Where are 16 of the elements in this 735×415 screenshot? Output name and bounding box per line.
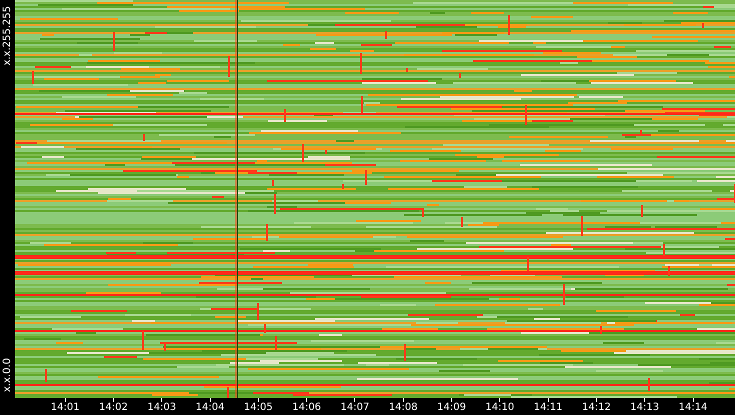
axis-label: x.x.0.0 xyxy=(2,358,12,392)
axis-tick-label: 14:06 xyxy=(292,402,322,414)
axis-tick-label: 14:11 xyxy=(534,402,563,414)
axis-tick-label: 14:08 xyxy=(388,402,418,414)
axis-tick-label: 14:03 xyxy=(147,402,176,414)
axis-tick-label: 14:02 xyxy=(99,402,128,414)
axis-tick-label: 14:09 xyxy=(437,402,466,414)
axis-tick-label: 14:12 xyxy=(582,402,611,414)
axis-tick-label: 14:01 xyxy=(50,402,80,414)
axis-tick-label: 14:10 xyxy=(485,402,514,414)
axis-tick-label: 14:05 xyxy=(244,402,273,414)
axis-tick-label: 14:13 xyxy=(630,402,660,414)
axis-tick-label: 14:07 xyxy=(340,402,370,414)
axis-tick-label: 14:14 xyxy=(678,402,708,414)
axis-label: x.x.255.255 xyxy=(2,6,12,66)
axis-tick-label: 14:04 xyxy=(196,402,224,414)
